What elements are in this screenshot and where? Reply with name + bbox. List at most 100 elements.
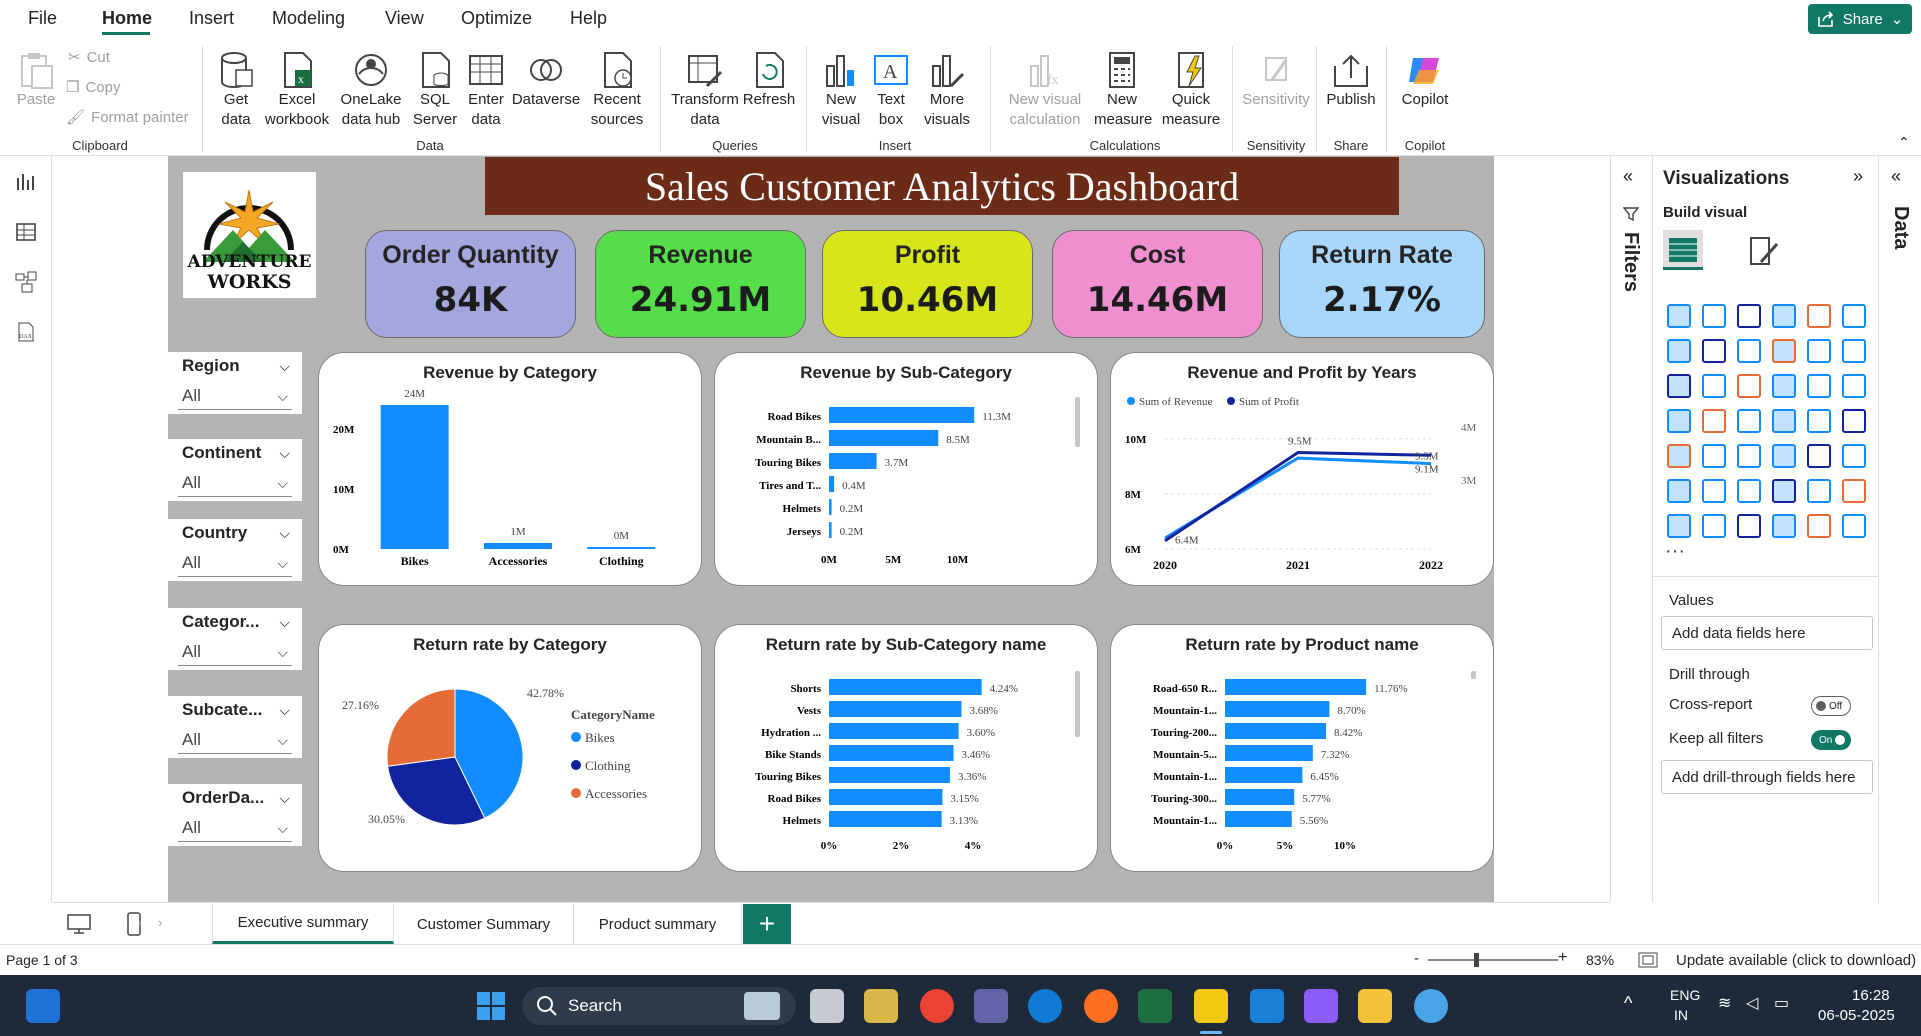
- chrome-icon[interactable]: [920, 989, 954, 1023]
- bar[interactable]: [829, 811, 942, 827]
- zoom-slider[interactable]: [1428, 959, 1558, 961]
- visual-type-icon[interactable]: [1842, 409, 1866, 433]
- visual-type-icon[interactable]: [1842, 479, 1866, 503]
- chart-revenue-profit-years[interactable]: Revenue and Profit by Years Sum of Reven…: [1110, 352, 1494, 586]
- language-primary[interactable]: ENG: [1670, 987, 1700, 1003]
- update-available-link[interactable]: Update available (click to download): [1676, 952, 1916, 969]
- visual-type-icon[interactable]: [1667, 444, 1691, 468]
- visual-type-icon[interactable]: [1772, 444, 1796, 468]
- bar[interactable]: [829, 453, 877, 469]
- sql-server-button[interactable]: SQL Server: [410, 38, 460, 130]
- visual-type-icon[interactable]: [1772, 514, 1796, 538]
- excel-taskbar-icon[interactable]: [1138, 989, 1172, 1023]
- visual-type-icon[interactable]: [1702, 479, 1726, 503]
- visual-type-icon[interactable]: [1702, 444, 1726, 468]
- slicer-region[interactable]: Region ⌵ All ⌵: [168, 352, 302, 414]
- excel-workbook-button[interactable]: x Excel workbook: [262, 38, 332, 130]
- filters-pane[interactable]: « Filters: [1610, 156, 1650, 902]
- kpi-revenue[interactable]: Revenue 24.91M: [595, 230, 806, 338]
- visual-type-icon[interactable]: [1772, 479, 1796, 503]
- slicer-category[interactable]: Categor... ⌵ All ⌵: [168, 608, 302, 670]
- visual-type-icon[interactable]: [1737, 479, 1761, 503]
- visual-type-icon[interactable]: [1807, 339, 1831, 363]
- cut-button[interactable]: ✂ Cut: [68, 48, 110, 67]
- dax-query-view-icon[interactable]: DAX: [14, 320, 38, 344]
- notepad-icon[interactable]: [1250, 989, 1284, 1023]
- visual-type-icon[interactable]: [1772, 304, 1796, 328]
- data-label[interactable]: Data: [1889, 206, 1912, 249]
- format-painter-button[interactable]: 🖌 Format painter: [66, 108, 189, 127]
- visual-type-icon[interactable]: [1737, 304, 1761, 328]
- menu-insert[interactable]: Insert: [189, 8, 234, 29]
- paste-button[interactable]: Paste: [14, 38, 58, 110]
- menu-modeling[interactable]: Modeling: [272, 8, 345, 29]
- windows-start-icon[interactable]: [476, 991, 506, 1021]
- collapse-ribbon-icon[interactable]: ⌃: [1898, 134, 1910, 151]
- menu-home[interactable]: Home: [102, 8, 152, 29]
- chart-return-rate-by-category[interactable]: Return rate by Category 42.78% 30.05% 27.1…: [318, 624, 702, 872]
- dataverse-button[interactable]: Dataverse: [510, 38, 582, 110]
- legend-marker[interactable]: [571, 788, 581, 798]
- chevron-down-icon[interactable]: ⌵: [279, 445, 290, 462]
- tab-product-summary[interactable]: Product summary: [574, 903, 742, 945]
- visual-type-icon[interactable]: [1702, 409, 1726, 433]
- tab-scroll-right-icon[interactable]: ›: [158, 915, 162, 930]
- publish-button[interactable]: Publish: [1322, 38, 1380, 110]
- zoom-in-icon[interactable]: +: [1558, 949, 1567, 967]
- firefox-icon[interactable]: [1084, 989, 1118, 1023]
- menu-view[interactable]: View: [385, 8, 424, 29]
- visual-type-icon[interactable]: [1842, 304, 1866, 328]
- slicer-continent[interactable]: Continent ⌵ All ⌵: [168, 439, 302, 501]
- scrollbar[interactable]: [1471, 671, 1476, 679]
- transform-data-button[interactable]: Transform data: [670, 38, 740, 130]
- text-box-button[interactable]: A Text box: [868, 38, 914, 130]
- bar[interactable]: [829, 745, 954, 761]
- bar[interactable]: [829, 767, 950, 783]
- visual-type-icon[interactable]: [1737, 444, 1761, 468]
- clock-time[interactable]: 16:28: [1852, 987, 1890, 1004]
- chevrons-left-icon[interactable]: «: [1891, 166, 1901, 187]
- visual-type-icon[interactable]: [1702, 304, 1726, 328]
- pie-slice[interactable]: [386, 688, 456, 767]
- share-button[interactable]: Share ⌄: [1808, 4, 1912, 34]
- scrollbar[interactable]: [1075, 671, 1080, 737]
- kpi-profit[interactable]: Profit 10.46M: [822, 230, 1033, 338]
- recent-sources-button[interactable]: Recent sources: [586, 38, 648, 130]
- bar[interactable]: [484, 543, 552, 549]
- visual-type-icon[interactable]: [1842, 374, 1866, 398]
- visual-type-icon[interactable]: [1667, 409, 1691, 433]
- bar[interactable]: [1225, 745, 1313, 761]
- chevron-down-icon[interactable]: ⌵: [279, 790, 290, 807]
- visual-type-icon[interactable]: [1667, 479, 1691, 503]
- kpi-return-rate[interactable]: Return Rate 2.17%: [1279, 230, 1485, 338]
- table-view-icon[interactable]: [14, 220, 38, 244]
- visual-type-icon[interactable]: [1702, 339, 1726, 363]
- visual-type-icon[interactable]: [1842, 339, 1866, 363]
- chevron-down-icon[interactable]: ⌵: [279, 358, 290, 375]
- visual-type-icon[interactable]: [1807, 304, 1831, 328]
- chevron-down-icon[interactable]: ⌵: [277, 820, 288, 837]
- bar[interactable]: [829, 789, 943, 805]
- menu-optimize[interactable]: Optimize: [461, 8, 532, 29]
- file-explorer-icon[interactable]: [1358, 989, 1392, 1023]
- bar[interactable]: [829, 407, 975, 423]
- chart-revenue-by-category[interactable]: Revenue by Category 0M 10M 20M 24M Bikes 1M Ac…: [318, 352, 702, 586]
- language-secondary[interactable]: IN: [1674, 1007, 1688, 1023]
- drill-through-drop-well[interactable]: Add drill-through fields here: [1661, 760, 1873, 794]
- bar[interactable]: [829, 430, 939, 446]
- more-visuals-button[interactable]: More visuals: [916, 38, 978, 130]
- visual-type-icon[interactable]: [1842, 514, 1866, 538]
- legend-marker[interactable]: [1227, 397, 1235, 405]
- visual-type-icon[interactable]: [1737, 409, 1761, 433]
- visual-type-icon[interactable]: [1667, 304, 1691, 328]
- visual-type-icon[interactable]: [1807, 374, 1831, 398]
- report-view-icon[interactable]: [14, 170, 38, 194]
- enter-data-button[interactable]: Enter data: [462, 38, 510, 130]
- chart-revenue-by-subcategory[interactable]: Revenue by Sub-Category Road Bikes 11.3M M…: [714, 352, 1098, 586]
- cross-report-toggle[interactable]: Off: [1811, 696, 1851, 716]
- bar[interactable]: [1225, 789, 1295, 805]
- app-icon[interactable]: [1414, 989, 1448, 1023]
- chevrons-right-icon[interactable]: »: [1853, 166, 1863, 187]
- chevron-down-icon[interactable]: ⌵: [279, 525, 290, 542]
- legend-marker[interactable]: [571, 732, 581, 742]
